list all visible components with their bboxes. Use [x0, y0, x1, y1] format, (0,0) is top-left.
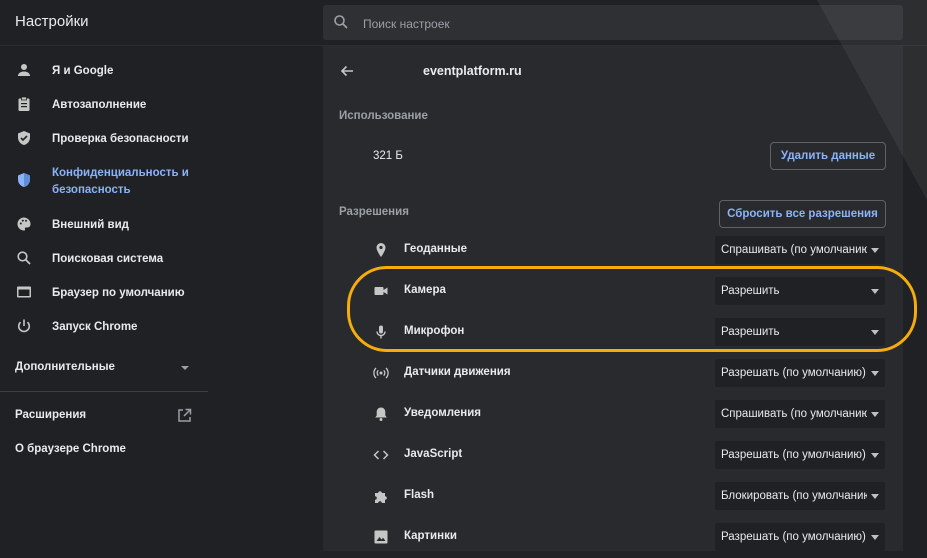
permission-select-value: Разрешить — [721, 326, 780, 338]
header-bar: Настройки — [0, 0, 927, 46]
permission-label: Датчики движения — [404, 366, 511, 378]
permission-row-notifications: Уведомления Спрашивать (по умолчанию) — [323, 394, 903, 435]
permission-select-value: Спрашивать (по умолчанию) — [721, 408, 867, 420]
sidebar-item-label: Проверка безопасности — [52, 133, 189, 145]
person-icon — [18, 64, 30, 76]
permission-label: JavaScript — [404, 448, 463, 460]
sidebar-item-label: Автозаполнение — [52, 99, 147, 111]
sidebar-advanced-toggle[interactable]: Дополнительные — [15, 361, 115, 373]
permission-label: Камера — [404, 284, 446, 296]
sidebar-item-label: Я и Google — [52, 65, 114, 77]
permission-label: Картинки — [404, 530, 457, 542]
sidebar-item-label: Поисковая система — [52, 253, 164, 265]
dropdown-arrow-icon — [871, 535, 879, 540]
sidebar-item-search-engine[interactable]: Поисковая система — [0, 244, 208, 272]
sidebar-item-autofill[interactable]: Автозаполнение — [0, 90, 208, 118]
permission-label: Геоданные — [404, 243, 468, 255]
permission-select-value: Разрешить — [721, 285, 780, 297]
sidebar-item-label: Конфиденциальность и безопасность — [52, 167, 189, 196]
dropdown-arrow-icon — [871, 330, 879, 335]
sensors-icon — [373, 367, 389, 379]
usage-value: 321 Б — [373, 150, 403, 162]
permission-row-location: Геоданные Спрашивать (по умолчанию) — [323, 230, 903, 271]
sidebar: Я и Google Автозаполнение Проверка безоп… — [0, 46, 208, 551]
sidebar-item-safety-check[interactable]: Проверка безопасности — [0, 124, 208, 152]
permission-select[interactable]: Блокировать (по умолчанию) — [715, 482, 885, 510]
permission-select[interactable]: Разрешать (по умолчанию) — [715, 441, 885, 469]
app-title: Настройки — [15, 13, 89, 30]
bell-icon — [375, 407, 387, 421]
permission-select-value: Блокировать (по умолчанию) — [721, 490, 867, 502]
permission-row-camera: Камера Разрешить — [323, 271, 903, 312]
permission-label: Flash — [404, 489, 435, 501]
open-in-new-icon[interactable] — [177, 408, 192, 423]
camera-icon — [374, 287, 388, 295]
permission-select[interactable]: Разрешать (по умолчанию) — [715, 359, 885, 387]
power-icon — [17, 319, 31, 333]
sidebar-item-privacy[interactable]: Конфиденциальность и безопасность — [0, 158, 208, 202]
permission-row-motion-sensors: Датчики движения Разрешать (по умолчанию… — [323, 353, 903, 394]
search-icon — [334, 15, 348, 29]
permission-select-value: Разрешать (по умолчанию) — [721, 449, 866, 461]
shield-check-icon — [18, 131, 30, 145]
permission-select-value: Спрашивать (по умолчанию) — [721, 244, 867, 256]
dropdown-arrow-icon — [871, 289, 879, 294]
dropdown-arrow-icon — [871, 248, 879, 253]
site-settings-panel: eventplatform.ru Использование 321 Б Уда… — [323, 46, 903, 551]
puzzle-icon — [375, 491, 387, 503]
permission-select[interactable]: Разрешить — [715, 277, 885, 305]
permission-select[interactable]: Разрешить — [715, 318, 885, 346]
sidebar-item-on-startup[interactable]: Запуск Chrome — [0, 312, 208, 340]
dropdown-arrow-icon — [871, 412, 879, 417]
permission-row-flash: Flash Блокировать (по умолчанию) — [323, 476, 903, 517]
reset-permissions-button[interactable]: Сбросить все разрешения — [719, 200, 886, 228]
sidebar-item-you-and-google[interactable]: Я и Google — [0, 56, 208, 84]
dropdown-arrow-icon — [871, 453, 879, 458]
palette-icon — [17, 217, 31, 231]
sidebar-item-about-chrome[interactable]: О браузере Chrome — [15, 443, 126, 455]
permission-label: Микрофон — [404, 325, 465, 337]
back-arrow-icon[interactable] — [339, 63, 355, 79]
usage-section-title: Использование — [339, 110, 428, 122]
dropdown-arrow-icon — [871, 371, 879, 376]
sidebar-divider — [0, 391, 208, 392]
permission-select-value: Разрешать (по умолчанию) — [721, 367, 866, 379]
sidebar-item-extensions[interactable]: Расширения — [15, 409, 86, 421]
image-icon — [374, 530, 388, 544]
permission-row-javascript: JavaScript Разрешать (по умолчанию) — [323, 435, 903, 476]
dropdown-arrow-icon — [871, 494, 879, 499]
site-title: eventplatform.ru — [423, 64, 522, 78]
search-input[interactable] — [361, 5, 885, 42]
permission-select-value: Разрешать (по умолчанию) — [721, 531, 866, 543]
permission-label: Уведомления — [404, 407, 481, 419]
sidebar-item-label: Запуск Chrome — [52, 321, 138, 333]
shield-icon — [18, 173, 30, 187]
sidebar-item-label: Внешний вид — [52, 219, 129, 231]
microphone-icon — [376, 325, 386, 339]
sidebar-item-label: Браузер по умолчанию — [52, 287, 185, 299]
code-icon — [373, 450, 389, 460]
search-icon — [17, 251, 31, 265]
browser-icon — [17, 286, 31, 298]
clear-data-button[interactable]: Удалить данные — [770, 142, 886, 170]
permissions-section-title: Разрешения — [339, 206, 409, 218]
sidebar-item-default-browser[interactable]: Браузер по умолчанию — [0, 278, 208, 306]
search-box[interactable] — [323, 5, 903, 42]
clipboard-icon — [18, 96, 30, 111]
permission-select[interactable]: Спрашивать (по умолчанию) — [715, 236, 885, 264]
location-icon — [376, 243, 386, 257]
permission-select[interactable]: Разрешать (по умолчанию) — [715, 523, 885, 551]
sidebar-item-appearance[interactable]: Внешний вид — [0, 210, 208, 238]
chevron-down-icon[interactable] — [180, 365, 190, 371]
permission-row-images: Картинки Разрешать (по умолчанию) — [323, 517, 903, 558]
permission-select[interactable]: Спрашивать (по умолчанию) — [715, 400, 885, 428]
permission-row-microphone: Микрофон Разрешить — [323, 312, 903, 353]
